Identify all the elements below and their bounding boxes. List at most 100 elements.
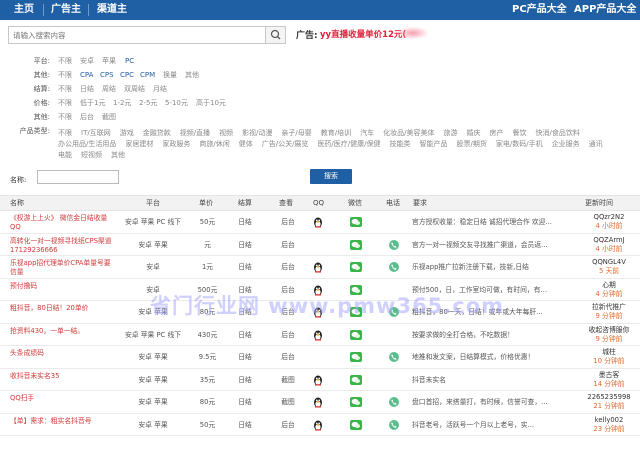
product-type-option[interactable]: 教育/培训 — [321, 129, 351, 137]
poster-username[interactable]: 收起咨博服你 — [578, 326, 640, 335]
filter-option[interactable]: 月结 — [153, 82, 167, 96]
filter-option[interactable]: 日结 — [80, 82, 94, 96]
product-type-option[interactable]: 金融贷款 — [143, 129, 171, 137]
product-type-option[interactable]: 股票/期货 — [457, 140, 487, 148]
table-row[interactable]: 乐视app招代理单价CPA单量号要信量 安卓 1元 日结 后台 乐视app推广拉新注册下载… — [0, 256, 640, 279]
product-type-option[interactable]: 视频 — [219, 129, 233, 137]
poster-username[interactable]: 2265235998 — [578, 393, 640, 402]
poster-username[interactable]: 墨古客 — [578, 371, 640, 380]
listing-name-link[interactable]: 【单】需求：粗实名抖音号 — [10, 417, 115, 426]
table-row[interactable]: 头条成绩码 安卓 苹果 9.5元 日结 后台 地推和发文案，日结算模式，价格优惠！ 城柱 10… — [0, 346, 640, 369]
nav-channel[interactable]: 渠道主 — [97, 0, 127, 20]
phone-icon[interactable] — [389, 419, 399, 430]
nav-pc-products[interactable]: PC产品大全 — [512, 0, 567, 20]
listing-name-link[interactable]: 粗抖音，80日结！20单价 — [10, 304, 115, 313]
product-type-option[interactable]: 健体 — [239, 140, 253, 148]
listing-name-link[interactable]: 高转化一对一视频寻找纸CPS渠道17129236666 — [10, 237, 115, 255]
product-type-option[interactable]: 家电/数码/手机 — [496, 140, 543, 148]
ad-link[interactable]: yy直播收量单价12元( — [320, 28, 406, 40]
listing-name-link[interactable]: 抢资料430，一单一结。 — [10, 327, 115, 336]
table-row[interactable]: 《权游上上火》 微信金日结收量QQ 安卓 苹果 PC 线下 50元 日结 后台 官方授权收… — [0, 211, 640, 234]
poster-username[interactable]: 心期 — [578, 281, 640, 290]
product-type-option[interactable]: 影视/动漫 — [242, 129, 272, 137]
product-type-option[interactable]: 商旅/休闲 — [199, 140, 229, 148]
poster-username[interactable]: kelly002 — [578, 416, 640, 425]
qq-penguin-icon[interactable] — [313, 307, 323, 318]
filter-option[interactable]: 后台 — [80, 110, 94, 124]
wechat-icon[interactable] — [350, 419, 362, 430]
product-type-option[interactable]: 汽车 — [360, 129, 374, 137]
product-type-option[interactable]: 快消/食品饮料 — [536, 129, 580, 137]
filter-option[interactable]: 不限 — [58, 110, 72, 124]
nav-home[interactable]: 主页 — [14, 0, 34, 20]
product-type-option[interactable]: 餐饮 — [513, 129, 527, 137]
filter-option[interactable]: 换量 — [163, 68, 177, 82]
wechat-icon[interactable] — [350, 352, 362, 362]
filter-option[interactable]: 不限 — [58, 82, 72, 96]
poster-username[interactable]: QQzr2N2 — [578, 213, 640, 222]
product-type-option[interactable]: 游戏 — [120, 129, 134, 137]
search-submit-button[interactable]: 搜索 — [310, 169, 352, 184]
name-input[interactable] — [37, 170, 119, 184]
listing-name-link[interactable]: 乐视app招代理单价CPA单量号要信量 — [10, 259, 115, 277]
filter-option[interactable]: 2-5元 — [139, 96, 157, 110]
table-row[interactable]: 预付撸码 安卓 500元 日结 后台 预付500，日，工作室均可做，有时间，有... 心期 4… — [0, 279, 640, 301]
filter-option[interactable]: CPC — [120, 68, 134, 82]
product-type-option[interactable]: 短视频 — [81, 151, 102, 159]
filter-option[interactable]: 高于10元 — [196, 96, 226, 110]
product-type-option[interactable]: IT/互联网 — [81, 129, 111, 137]
table-row[interactable]: QQ扫手 安卓 苹果 80元 日结 截图 盘口首招，来搭量打，有时候，信誉可查，... 22… — [0, 391, 640, 414]
poster-username[interactable]: QQZArmJ — [578, 236, 640, 245]
filter-option[interactable]: 不限 — [58, 96, 72, 110]
listing-name-link[interactable]: 头条成绩码 — [10, 349, 115, 358]
listing-name-link[interactable]: QQ扫手 — [10, 394, 115, 403]
phone-icon[interactable] — [389, 307, 399, 317]
qq-penguin-icon[interactable] — [313, 285, 323, 296]
phone-icon[interactable] — [389, 352, 399, 362]
product-type-option[interactable]: 企业服务 — [552, 140, 580, 148]
product-type-option[interactable]: 其他 — [111, 151, 125, 159]
product-type-option[interactable]: 办公用品/生活用品 — [58, 140, 116, 148]
wechat-icon[interactable] — [350, 307, 362, 317]
table-row[interactable]: 粗抖音，80日结！20单价 安卓 苹果 80元 日结 后台 粗抖音，80一天，日结！或年或… — [0, 301, 640, 324]
nav-app-products[interactable]: APP产品大全 — [574, 0, 636, 20]
product-type-option[interactable]: 视频/直播 — [180, 129, 210, 137]
product-type-option[interactable]: 房产 — [490, 129, 504, 137]
wechat-icon[interactable] — [350, 397, 362, 407]
wechat-icon[interactable] — [350, 217, 362, 227]
wechat-icon[interactable] — [350, 374, 362, 385]
product-type-option[interactable]: 旅游 — [444, 129, 458, 137]
phone-icon[interactable] — [389, 239, 399, 250]
qq-penguin-icon[interactable] — [313, 330, 323, 341]
qq-penguin-icon[interactable] — [313, 262, 323, 273]
filter-option[interactable]: 不限 — [58, 68, 72, 82]
product-type-option[interactable]: 化妆品/美容美体 — [383, 129, 434, 137]
poster-username[interactable]: QQNGL4V — [578, 258, 640, 267]
product-type-option[interactable]: 智能产品 — [420, 140, 448, 148]
product-type-option[interactable]: 家政服务 — [162, 140, 190, 148]
product-type-option[interactable]: 电能 — [58, 151, 72, 159]
search-button[interactable] — [265, 27, 285, 43]
filter-option[interactable]: 5-10元 — [165, 96, 188, 110]
filter-option[interactable]: 截图 — [102, 110, 116, 124]
product-type-option[interactable]: 不限 — [58, 129, 72, 137]
filter-option[interactable]: 双周结 — [124, 82, 145, 96]
product-type-option[interactable]: 技能类 — [390, 140, 411, 148]
filter-option[interactable]: PC — [125, 54, 134, 68]
filter-option[interactable]: 周结 — [102, 82, 116, 96]
filter-option[interactable]: CPA — [80, 68, 93, 82]
product-type-option[interactable]: 广告/公关/展览 — [262, 140, 309, 148]
qq-penguin-icon[interactable] — [313, 375, 323, 386]
filter-option[interactable]: 1-2元 — [113, 96, 131, 110]
table-row[interactable]: 【单】需求：粗实名抖音号 安卓 苹果 50元 日结 后台 抖音老号，活跃号一个月以上老号，… — [0, 414, 640, 436]
filter-option[interactable]: 不限 — [58, 54, 72, 68]
listing-name-link[interactable]: 《权游上上火》 微信金日结收量QQ — [10, 214, 115, 232]
qq-penguin-icon[interactable] — [313, 420, 323, 431]
filter-option[interactable]: CPS — [100, 68, 114, 82]
wechat-icon[interactable] — [350, 262, 362, 272]
wechat-icon[interactable] — [350, 284, 362, 295]
product-type-option[interactable]: 通讯 — [589, 140, 603, 148]
product-type-option[interactable]: 医药/医疗/健康/保健 — [317, 140, 380, 148]
product-type-option[interactable]: 婚庆 — [467, 129, 481, 137]
listing-name-link[interactable]: 预付撸码 — [10, 282, 115, 291]
